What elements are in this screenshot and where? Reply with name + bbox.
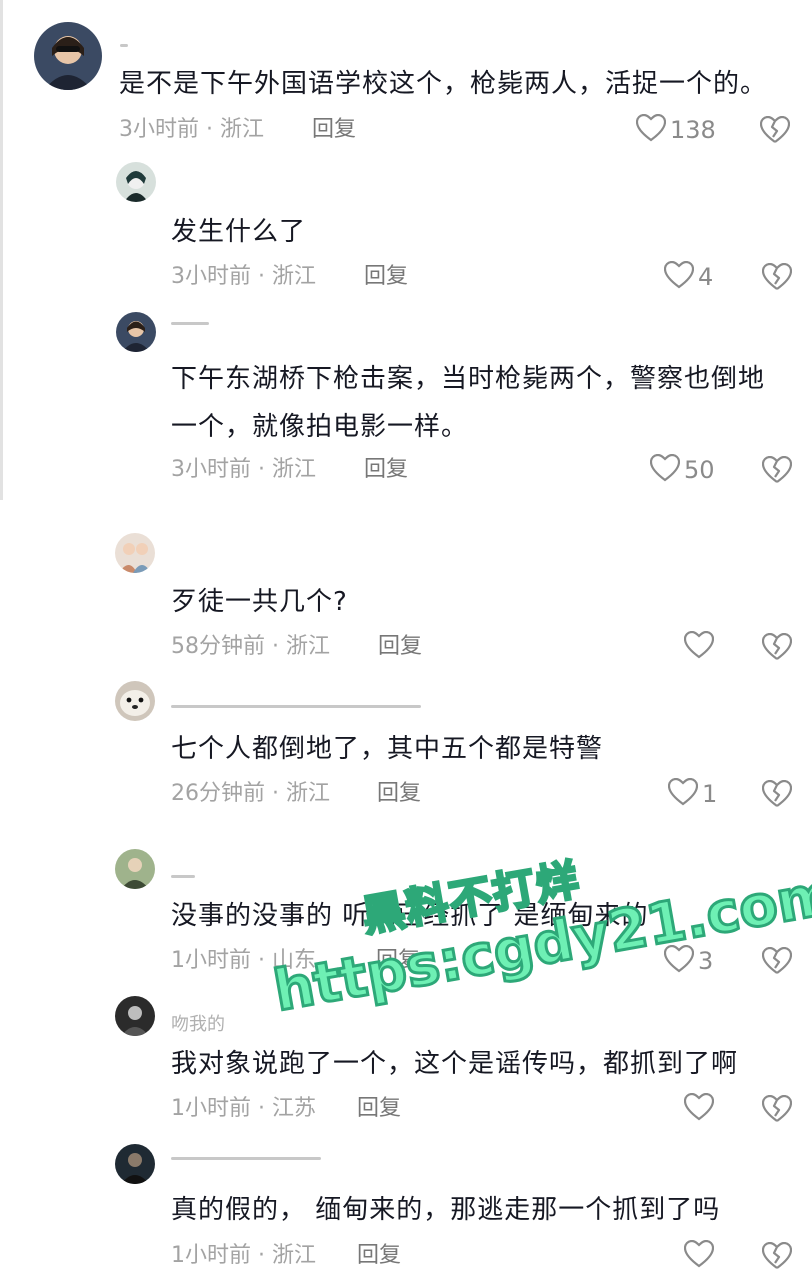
thread-divider	[0, 0, 3, 500]
broken-heart-icon	[762, 947, 792, 975]
dislike-button[interactable]	[762, 947, 792, 975]
like-count: 1	[702, 780, 718, 808]
comment-meta: 26分钟前 · 浙江	[171, 781, 330, 806]
broken-heart-icon	[762, 780, 792, 808]
comment-meta: 1小时前 · 江苏	[171, 1096, 316, 1121]
avatar[interactable]	[115, 849, 155, 889]
broken-heart-icon	[762, 1242, 792, 1270]
like-button[interactable]: 1	[667, 777, 718, 810]
heart-outline-icon	[663, 944, 695, 977]
like-button[interactable]	[683, 630, 715, 663]
comment-meta: 3小时前 · 浙江	[171, 264, 316, 289]
username-redacted[interactable]	[120, 44, 128, 47]
watermark-url: https:cgdy21.com	[268, 860, 812, 1026]
dislike-button[interactable]	[762, 633, 792, 661]
comment-meta: 3小时前 · 浙江	[171, 457, 316, 482]
broken-heart-icon	[760, 116, 790, 144]
username-redacted[interactable]	[171, 322, 209, 325]
avatar[interactable]	[115, 996, 155, 1036]
comment-text: 没事的没事的 听说已经抓了 是缅甸来的	[171, 901, 649, 931]
dislike-button[interactable]	[762, 263, 792, 291]
avatar[interactable]	[115, 533, 155, 573]
comment-meta: 3小时前 · 浙江	[119, 117, 264, 142]
comment-meta: 58分钟前 · 浙江	[171, 634, 330, 659]
comment-text: 发生什么了	[171, 217, 307, 247]
avatar[interactable]	[34, 22, 102, 90]
heart-outline-icon	[663, 260, 695, 293]
username-redacted[interactable]	[171, 875, 195, 878]
reply-button[interactable]: 回复	[377, 778, 421, 810]
reply-button[interactable]: 回复	[357, 1093, 401, 1125]
comment-text: 七个人都倒地了，其中五个都是特警	[171, 734, 604, 764]
like-count: 4	[698, 263, 714, 291]
like-count: 3	[698, 947, 714, 975]
heart-outline-icon	[683, 630, 715, 663]
comment-text: 真的假的， 缅甸来的，那逃走那一个抓到了吗	[171, 1195, 721, 1225]
broken-heart-icon	[762, 1095, 792, 1123]
comment-text: 我对象说跑了一个，这个是谣传吗，都抓到了啊	[171, 1049, 739, 1079]
like-button[interactable]	[683, 1239, 715, 1272]
reply-button[interactable]: 回复	[312, 114, 356, 146]
reply-button[interactable]: 回复	[378, 631, 422, 663]
heart-outline-icon	[649, 453, 681, 486]
username[interactable]: 吻我的	[171, 1010, 225, 1035]
dislike-button[interactable]	[762, 456, 792, 484]
avatar[interactable]	[115, 1144, 155, 1184]
avatar[interactable]	[116, 312, 156, 352]
comment-meta: 1小时前 · 山东	[171, 948, 316, 973]
comment-text-continued: 一个，就像拍电影一样。	[171, 412, 469, 442]
comment-text: 是不是下午外国语学校这个，枪毙两人，活捉一个的。	[119, 69, 768, 99]
heart-outline-icon	[683, 1092, 715, 1125]
heart-outline-icon	[683, 1239, 715, 1272]
username-redacted[interactable]	[171, 705, 421, 708]
avatar[interactable]	[115, 681, 155, 721]
like-count: 50	[684, 456, 715, 484]
dislike-button[interactable]	[762, 1242, 792, 1270]
like-button[interactable]	[683, 1092, 715, 1125]
username-redacted[interactable]	[171, 1157, 321, 1160]
reply-button[interactable]: 回复	[364, 454, 408, 486]
broken-heart-icon	[762, 456, 792, 484]
broken-heart-icon	[762, 263, 792, 291]
dislike-button[interactable]	[762, 1095, 792, 1123]
like-button[interactable]: 4	[663, 260, 714, 293]
broken-heart-icon	[762, 633, 792, 661]
reply-button[interactable]: 回复	[364, 261, 408, 293]
heart-outline-icon	[667, 777, 699, 810]
comment-text: 下午东湖桥下枪击案，当时枪毙两个，警察也倒地	[171, 364, 766, 394]
avatar[interactable]	[116, 162, 156, 202]
reply-button[interactable]: 回复	[357, 1240, 401, 1272]
comment-meta: 1小时前 · 浙江	[171, 1243, 316, 1268]
dislike-button[interactable]	[760, 116, 790, 144]
reply-button[interactable]: 回复	[376, 945, 420, 977]
like-button[interactable]: 3	[663, 944, 714, 977]
like-button[interactable]: 50	[649, 453, 715, 486]
comment-text: 歹徒一共几个?	[171, 587, 348, 617]
like-count: 138	[670, 116, 716, 144]
heart-outline-icon	[635, 113, 667, 146]
like-button[interactable]: 138	[635, 113, 716, 146]
dislike-button[interactable]	[762, 780, 792, 808]
